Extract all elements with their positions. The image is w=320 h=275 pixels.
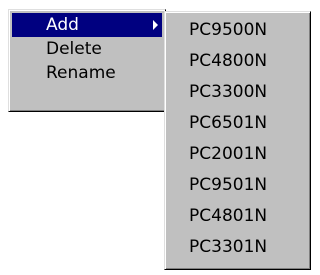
menu-item-rename[interactable]: Rename — [12, 61, 162, 85]
submenu-item-label: PC2001N — [189, 144, 268, 164]
submenu-arrow-icon — [153, 20, 158, 30]
menu-item-delete-label: Delete — [46, 39, 102, 59]
submenu-item-pc9501n[interactable]: PC9501N — [168, 170, 307, 201]
submenu-item-pc3300n[interactable]: PC3300N — [168, 77, 307, 108]
submenu-item-label: PC9501N — [189, 175, 268, 195]
submenu-item-pc9500n[interactable]: PC9500N — [168, 15, 307, 46]
submenu-item-label: PC4800N — [189, 51, 268, 71]
menu-item-delete[interactable]: Delete — [12, 37, 162, 61]
submenu-item-label: PC3301N — [189, 237, 268, 257]
submenu-item-pc3301n[interactable]: PC3301N — [168, 232, 307, 263]
menu-item-rename-label: Rename — [46, 63, 116, 83]
submenu-item-label: PC6501N — [189, 113, 268, 133]
submenu-item-label: PC3300N — [189, 82, 268, 102]
context-menu: Add Delete Rename — [8, 9, 166, 112]
submenu-item-pc4801n[interactable]: PC4801N — [168, 201, 307, 232]
submenu-item-pc6501n[interactable]: PC6501N — [168, 108, 307, 139]
add-submenu: PC9500N PC4800N PC3300N PC6501N PC2001N … — [164, 11, 311, 270]
submenu-item-label: PC4801N — [189, 206, 268, 226]
submenu-item-label: PC9500N — [189, 20, 268, 40]
submenu-item-pc4800n[interactable]: PC4800N — [168, 46, 307, 77]
submenu-item-pc2001n[interactable]: PC2001N — [168, 139, 307, 170]
menu-item-add-label: Add — [46, 15, 79, 35]
menu-item-add[interactable]: Add — [12, 13, 162, 37]
